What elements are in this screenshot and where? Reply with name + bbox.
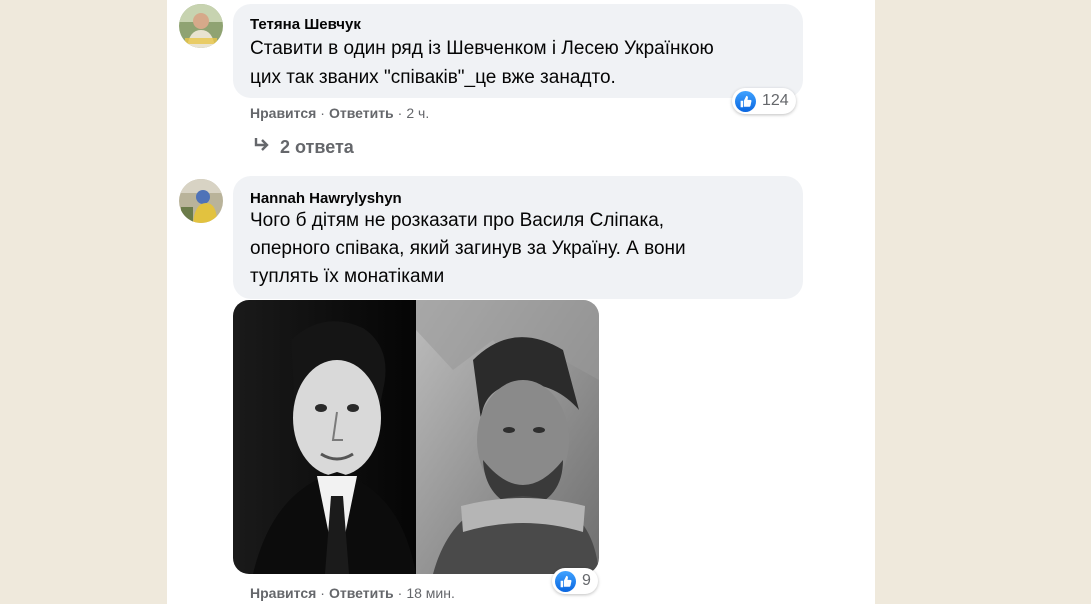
comment-text-line: цих так званих "співаків"_це вже занадто… [250, 67, 616, 88]
like-thumb-icon [735, 90, 756, 112]
reply-arrow-icon [252, 136, 272, 159]
replies-count-label: 2 ответа [280, 137, 354, 157]
reaction-badge[interactable]: 9 [552, 568, 598, 594]
like-thumb-icon [555, 570, 576, 592]
reaction-badge[interactable]: 124 [732, 88, 796, 114]
avatar[interactable] [179, 4, 223, 48]
reply-link[interactable]: Ответить [329, 585, 394, 601]
comment-text-line: туплять їх монатіками [250, 266, 445, 287]
separator-dot: · [397, 105, 403, 121]
comment-timestamp[interactable]: 2 ч. [406, 105, 429, 121]
comment-timestamp[interactable]: 18 мин. [406, 585, 455, 601]
separator-dot: · [397, 585, 403, 601]
comment-text-line: Ставити в один ряд із Шевченком і Лесею … [250, 38, 714, 59]
comment-actions: Нравится · Ответить · 2 ч. [250, 105, 429, 121]
like-link[interactable]: Нравится [250, 585, 316, 601]
comment-author[interactable]: Hannah Hawrylyshyn [250, 190, 402, 207]
comment-photo[interactable] [233, 300, 599, 574]
separator-dot: · [320, 585, 325, 601]
comment-actions: Нравится · Ответить · 18 мин. [250, 585, 455, 601]
reply-link[interactable]: Ответить [329, 105, 394, 121]
comment-text-line: Чого б дітям не розказати про Василя Слі… [250, 210, 665, 231]
reaction-count: 9 [582, 572, 591, 589]
like-link[interactable]: Нравится [250, 105, 316, 121]
reaction-count: 124 [762, 92, 789, 109]
comment-text-line: оперного співака, який загинув за Україн… [250, 238, 686, 259]
avatar[interactable] [179, 179, 223, 223]
view-replies-link[interactable]: 2 ответа [252, 136, 354, 159]
separator-dot: · [320, 105, 325, 121]
comment-author[interactable]: Тетяна Шевчук [250, 16, 361, 33]
